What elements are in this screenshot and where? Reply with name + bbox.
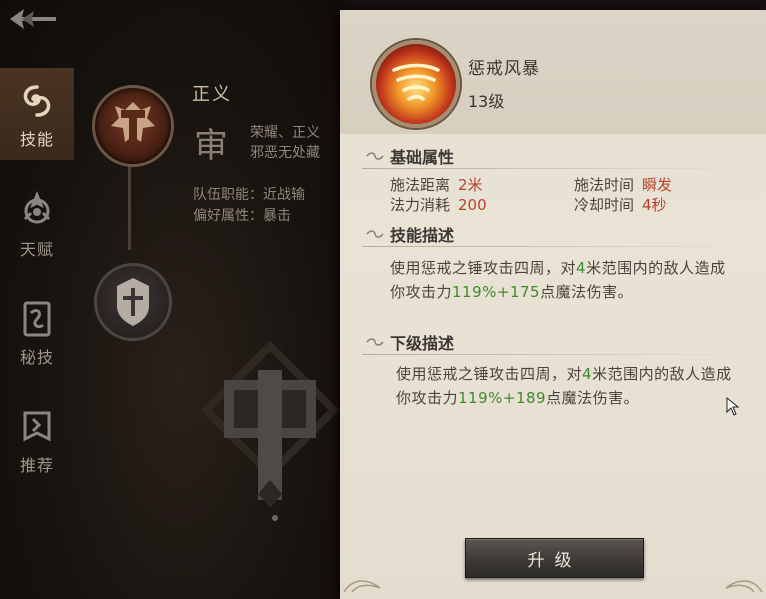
class-emblem [200,340,340,530]
nav-item-talents[interactable]: 天赋 [0,178,74,286]
back-arrow-icon [10,9,56,29]
divider [362,354,752,355]
tornado-skill-icon [372,40,460,128]
skill-node-shield[interactable] [94,263,172,341]
attr-cast-time: 施法时间 瞬发 [574,174,672,195]
attr-mana: 法力消耗 200 [390,194,487,215]
attr-cast-label: 施法时间 [574,176,635,194]
attr-mana-label: 法力消耗 [390,196,451,214]
scroll-ornament-icon [366,338,384,346]
next-desc-heading: 下级描述 [366,330,454,354]
book-icon [16,298,58,340]
back-button[interactable] [8,6,58,32]
tree-desc-line2: 邪恶无处藏 [250,145,320,161]
tree-connector [128,164,131,250]
nav-item-skills[interactable]: 技能 [0,68,74,160]
nav-label: 秘技 [19,348,54,367]
skill-node-hammer[interactable] [92,85,174,167]
scroll-ornament-icon [366,230,384,238]
next-radius: 4 [582,365,593,383]
upgrade-button[interactable]: 升级 [465,538,644,578]
basic-attrs-heading: 基础属性 [366,144,454,168]
divider [362,168,752,169]
nav-label: 推荐 [19,456,54,475]
divider [362,246,752,247]
team-role: 队伍职能：近战输 [193,187,305,203]
desc-radius: 4 [576,259,587,277]
next-damage: 119%+189 [458,389,547,407]
scroll-ornament-icon [366,152,384,160]
attr-range: 施法距离 2米 [390,174,483,195]
next-text: 点魔法伤害。 [546,389,640,407]
attr-range-value: 2米 [458,176,483,194]
skill-desc-title: 技能描述 [390,226,455,245]
hammer-emblem-icon [200,340,340,521]
desc-text: 点魔法伤害。 [540,283,634,301]
attr-mana-value: 200 [458,196,487,214]
next-desc-title: 下级描述 [390,334,455,353]
next-level-description: 使用惩戒之锤攻击四周，对4米范围内的敌人造成你攻击力119%+189点魔法伤害。 [396,362,736,410]
attr-cooldown: 冷却时间 4秒 [574,194,667,215]
corner-ornament-icon [343,580,381,593]
skill-description: 使用惩戒之锤攻击四周，对4米范围内的敌人造成你攻击力119%+175点魔法伤害。 [390,256,730,304]
tree-desc-line1: 荣耀、正义 [250,125,320,141]
tree-title: 正义 [192,84,232,105]
preferred-attribute: 偏好属性：暴击 [193,208,291,224]
corner-ornament-icon [725,580,763,593]
attr-cd-value: 4秒 [642,196,667,214]
desc-damage: 119%+175 [452,283,541,301]
attr-cast-value: 瞬发 [642,176,673,194]
tree-glyph: 审 [194,126,228,166]
banner-icon [16,406,58,448]
nav-label: 天赋 [19,240,54,259]
hammer-crest-icon [111,102,155,142]
side-nav: 技能 天赋 秘技 推荐 [0,68,74,502]
nav-item-secrets[interactable]: 秘技 [0,286,74,394]
swirl-icon [16,80,58,122]
skill-desc-heading: 技能描述 [366,222,454,246]
skill-name: 惩戒风暴 [468,59,540,79]
knight-shield-icon [117,278,149,326]
basic-attrs-title: 基础属性 [390,148,455,167]
skill-level: 13级 [468,92,505,111]
attr-range-label: 施法距离 [390,176,451,194]
desc-text: 使用惩戒之锤攻击四周，对 [390,259,577,277]
nav-label: 技能 [19,130,54,149]
nav-item-recommend[interactable]: 推荐 [0,394,74,502]
attr-cd-label: 冷却时间 [574,196,635,214]
skill-detail-panel: 惩戒风暴 13级 基础属性 施法距离 2米 施法时间 瞬发 法力消耗 200 冷却时间… [340,10,766,599]
next-text: 使用惩戒之锤攻击四周，对 [396,365,583,383]
talent-icon [16,190,58,232]
mouse-cursor-icon [726,397,740,416]
